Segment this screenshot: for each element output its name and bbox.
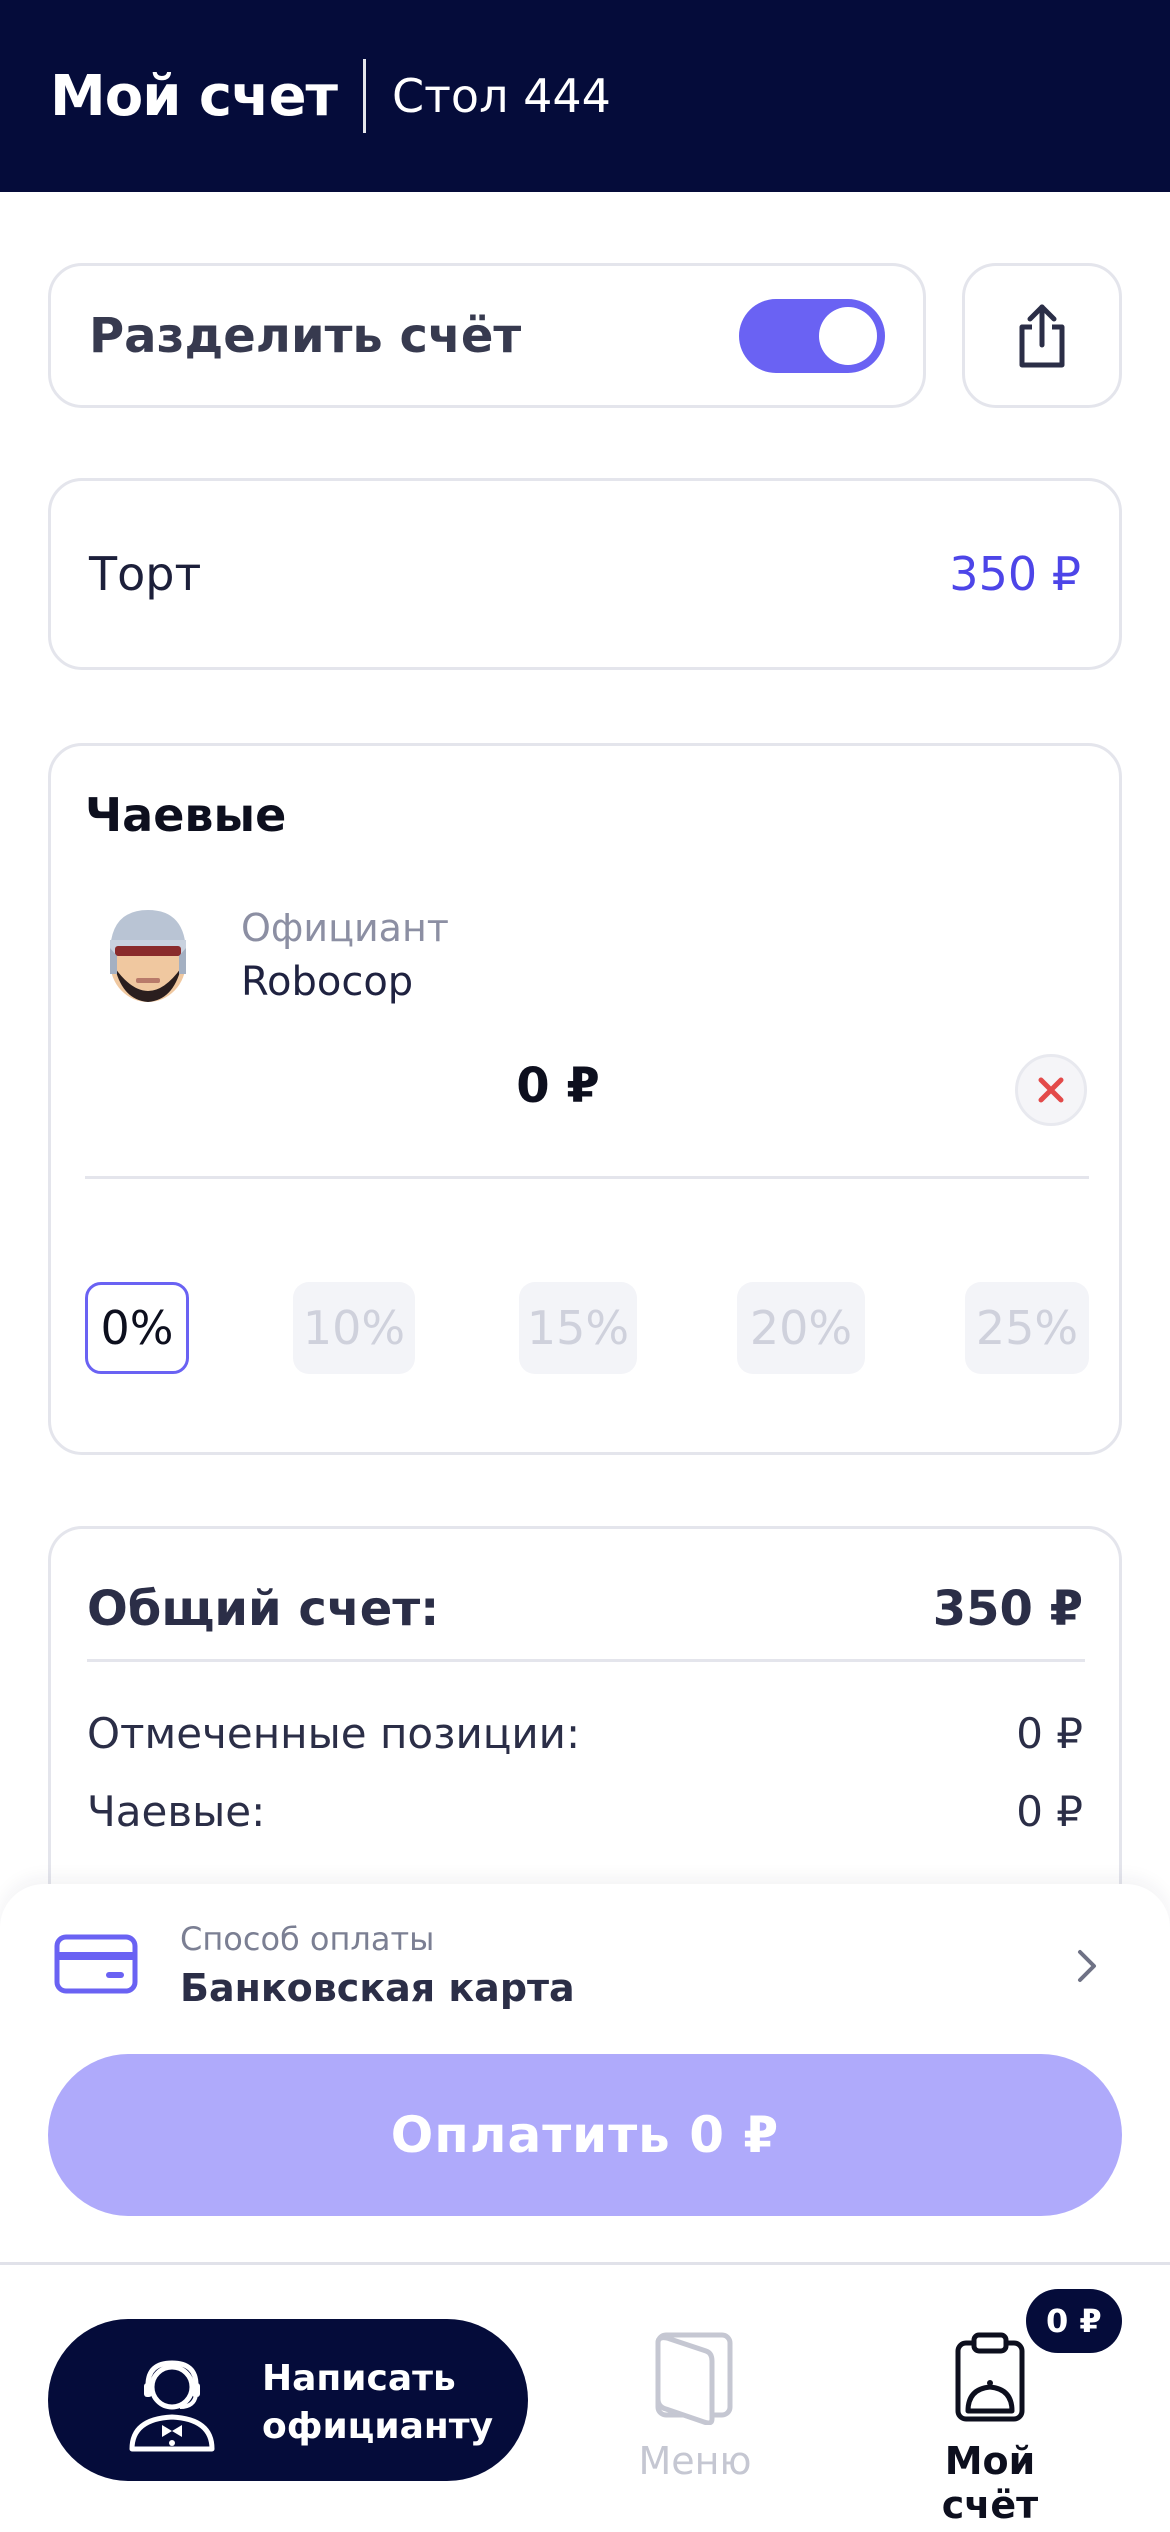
split-bill-card: Разделить счёт xyxy=(48,263,926,408)
tips-total-label: Чаевые: xyxy=(87,1787,266,1836)
table-number: Стол 444 xyxy=(392,69,611,123)
split-bill-toggle[interactable] xyxy=(739,298,885,373)
bottom-nav: Написать официанту Меню Мой счёт 0 ₽ xyxy=(0,2265,1170,2532)
menu-book-icon xyxy=(655,2332,733,2426)
credit-card-icon xyxy=(54,1934,138,1994)
waiter-avatar xyxy=(110,910,186,1002)
total-divider xyxy=(87,1659,1085,1662)
share-icon xyxy=(1019,304,1065,367)
waiter-icon xyxy=(129,2360,215,2452)
tab-my-bill[interactable]: Мой счёт xyxy=(900,2329,1080,2527)
total-label: Общий счет: xyxy=(87,1581,440,1637)
split-bill-label: Разделить счёт xyxy=(89,307,522,364)
item-name: Торт xyxy=(89,547,202,601)
total-value: 350 ₽ xyxy=(932,1581,1083,1637)
tip-amount[interactable]: 0 ₽ xyxy=(51,1058,1125,1114)
tip-option-15[interactable]: 15% xyxy=(519,1282,637,1374)
tips-total-value: 0 ₽ xyxy=(1016,1787,1083,1836)
payment-method-label: Способ оплаты xyxy=(180,1920,435,1958)
clear-tip-button[interactable] xyxy=(1015,1054,1087,1126)
order-item[interactable]: Торт 350 ₽ xyxy=(48,478,1122,670)
selected-items-value: 0 ₽ xyxy=(1016,1709,1083,1758)
page-title: Мой счет xyxy=(50,63,338,129)
tab-menu-label: Меню xyxy=(638,2439,752,2483)
call-waiter-label: Написать официанту xyxy=(262,2358,494,2447)
share-button[interactable] xyxy=(962,263,1122,408)
tab-menu[interactable]: Меню xyxy=(620,2329,770,2483)
tips-heading: Чаевые xyxy=(85,788,287,842)
waiter-role: Официант xyxy=(241,906,449,950)
tips-card: Чаевые Официант Robocop 0 ₽ 0% 10% 15% 2… xyxy=(48,743,1122,1455)
call-waiter-button[interactable]: Написать официанту xyxy=(48,2319,528,2481)
item-price: 350 ₽ xyxy=(949,547,1081,601)
chevron-right-icon[interactable] xyxy=(1070,1944,1104,1988)
bill-badge: 0 ₽ xyxy=(1026,2289,1122,2353)
bill-clipboard-icon xyxy=(955,2332,1025,2422)
total-card: Общий счет: 350 ₽ Отмеченные позиции: 0 … xyxy=(48,1526,1122,1926)
tip-option-20[interactable]: 20% xyxy=(737,1282,865,1374)
toggle-knob xyxy=(819,306,877,365)
tab-my-bill-label: Мой счёт xyxy=(941,2439,1039,2527)
header-separator xyxy=(363,59,367,133)
tip-option-10[interactable]: 10% xyxy=(293,1282,415,1374)
header-bar: Мой счет Стол 444 xyxy=(0,0,1170,192)
payment-sheet: Способ оплаты Банковская карта Оплатить … xyxy=(0,1884,1170,2264)
tip-option-0[interactable]: 0% xyxy=(85,1282,189,1374)
payment-method-value[interactable]: Банковская карта xyxy=(180,1966,575,2010)
pay-button[interactable]: Оплатить 0 ₽ xyxy=(48,2054,1122,2216)
waiter-name: Robocop xyxy=(241,959,414,1005)
tips-divider xyxy=(85,1176,1089,1179)
selected-items-label: Отмеченные позиции: xyxy=(87,1709,581,1758)
tip-option-25[interactable]: 25% xyxy=(965,1282,1089,1374)
close-icon xyxy=(1038,1077,1064,1103)
